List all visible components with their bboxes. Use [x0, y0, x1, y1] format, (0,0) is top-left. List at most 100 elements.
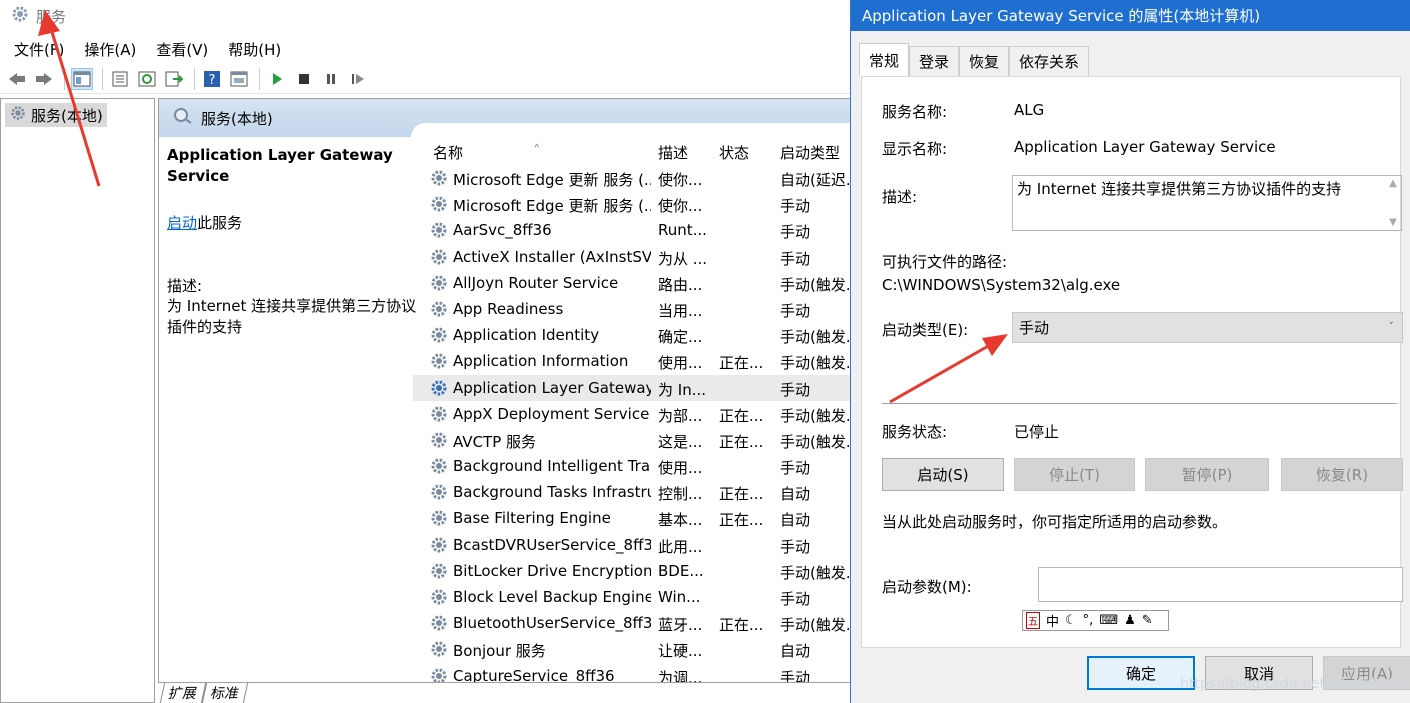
column-header-type[interactable]: 启动类型: [780, 142, 840, 163]
cell-type: 自动: [780, 642, 811, 661]
start-button[interactable]: 启动(S): [882, 458, 1004, 491]
column-header-desc[interactable]: 描述: [658, 142, 688, 163]
wrench-icon[interactable]: ✎: [1142, 613, 1153, 628]
dialog-tabs: 常规 登录 恢复 依存关系: [859, 43, 1090, 76]
menu-action[interactable]: 操作(A): [84, 39, 136, 60]
view-tabs: 扩展 标准: [158, 682, 858, 703]
cell-name: Background Tasks Infrastru...: [453, 483, 651, 502]
table-row[interactable]: BitLocker Drive Encryption ... BDE... 手动(触…: [413, 558, 859, 584]
cell-desc: 使你...: [658, 171, 703, 189]
table-row[interactable]: Microsoft Edge 更新 服务 (... 使你... 自动(延迟...: [413, 165, 859, 191]
pause-icon[interactable]: [320, 68, 342, 90]
table-row[interactable]: Application Information 使用... 正在... 手动(触发..…: [413, 348, 859, 374]
list-header: ˄ 名称 描述 状态 启动类型: [413, 127, 859, 165]
tab-standard[interactable]: 标准: [201, 683, 249, 703]
stop-button[interactable]: 停止(T): [1014, 458, 1135, 491]
column-header-name[interactable]: 名称: [433, 142, 463, 163]
cell-desc: Runt...: [658, 221, 707, 240]
gear-icon: [10, 4, 30, 28]
gear-icon: [429, 194, 449, 218]
table-row[interactable]: Microsoft Edge 更新 服务 (... 使你... 手动: [413, 191, 859, 218]
cell-state: 正在...: [719, 511, 764, 530]
cell-type: 手动(触发...: [780, 406, 860, 425]
description-textbox[interactable]: 为 Internet 连接共享提供第三方协议插件的支持 ▲ ▼: [1012, 175, 1402, 231]
window-title: 服务: [36, 7, 67, 26]
refresh-icon[interactable]: [136, 68, 158, 90]
cell-name: Base Filtering Engine: [453, 509, 611, 528]
gear-icon: [429, 508, 449, 532]
tab-general[interactable]: 常规: [859, 43, 910, 76]
gear-icon: [429, 378, 449, 402]
table-row[interactable]: BcastDVRUserService_8ff36 此用... 手动: [413, 532, 859, 558]
scroll-down-icon[interactable]: ▼: [1389, 217, 1397, 228]
forward-arrow-icon[interactable]: [33, 68, 55, 90]
menu-file[interactable]: 文件(F): [14, 39, 64, 60]
column-header-state[interactable]: 状态: [719, 142, 749, 163]
detail-service-title: Application Layer Gateway Service: [167, 146, 393, 185]
table-row[interactable]: BluetoothUserService_8ff36 蓝牙... 正在... 手动(触…: [413, 610, 859, 636]
help-icon[interactable]: ?: [201, 68, 223, 90]
punctuation-icon[interactable]: °,: [1083, 613, 1094, 628]
sort-arrow-icon: ˄: [533, 142, 541, 160]
start-params-input[interactable]: [1038, 567, 1403, 602]
ime-toolbar[interactable]: 五 中 ☾ °, ⌨ ♟ ✎: [1022, 610, 1169, 631]
gear-icon: [429, 482, 449, 506]
tree-item-label: 服务(本地): [31, 106, 103, 125]
table-row[interactable]: Block Level Backup Engine ... Win... 手动: [413, 584, 859, 610]
pane-header-title: 服务(本地): [201, 109, 273, 128]
tab-extended[interactable]: 扩展: [159, 683, 207, 703]
ime-mode-chinese[interactable]: 中: [1046, 611, 1059, 630]
cell-type: 手动: [780, 380, 811, 399]
search-icon: [173, 107, 201, 129]
service-detail: Application Layer Gateway Service 启动此服务 …: [167, 145, 417, 338]
back-arrow-icon[interactable]: [6, 68, 28, 90]
table-row[interactable]: ActiveX Installer (AxInstSV) 为从 ... 手动: [413, 244, 859, 270]
table-row[interactable]: Base Filtering Engine 基本... 正在... 自动: [413, 505, 859, 532]
cell-name: Bonjour 服务: [453, 642, 546, 661]
properties-icon[interactable]: [109, 68, 131, 90]
play-icon[interactable]: [266, 68, 288, 90]
view-icon[interactable]: [228, 68, 250, 90]
gear-icon: [429, 639, 449, 663]
table-row[interactable]: Background Tasks Infrastru... 控制... 正在... 自…: [413, 479, 859, 506]
startup-type-label: 启动类型(E):: [882, 321, 969, 339]
tab-dependencies[interactable]: 依存关系: [1009, 46, 1090, 76]
ok-button[interactable]: 确定: [1087, 656, 1195, 690]
table-row[interactable]: Application Layer Gateway ... 为 In... 手动: [413, 374, 859, 402]
menu-help[interactable]: 帮助(H): [228, 39, 281, 60]
keyboard-icon[interactable]: ⌨: [1099, 613, 1118, 628]
stop-icon[interactable]: [293, 68, 315, 90]
table-row[interactable]: Application Identity 确定... 手动(触发...: [413, 322, 859, 348]
cell-name: Application Identity: [453, 326, 600, 345]
table-row[interactable]: AarSvc_8ff36 Runt... 手动: [413, 217, 859, 244]
table-row[interactable]: AllJoyn Router Service 路由... 手动(触发...: [413, 270, 859, 296]
export-icon[interactable]: [163, 68, 185, 90]
table-row[interactable]: AppX Deployment Service ... 为部... 正在... 手动(…: [413, 401, 860, 428]
resume-button[interactable]: 恢复(R): [1281, 458, 1403, 491]
menu-view[interactable]: 查看(V): [156, 39, 208, 60]
scroll-up-icon[interactable]: ▲: [1389, 178, 1397, 189]
gear-icon: [429, 220, 449, 244]
cell-desc: 使用...: [658, 354, 703, 373]
properties-dialog: Application Layer Gateway Service 的属性(本地…: [850, 0, 1410, 703]
start-service-link[interactable]: 启动: [167, 214, 197, 232]
table-row[interactable]: Bonjour 服务 让硬... 自动: [413, 636, 859, 663]
description-scrollbar[interactable]: ▲ ▼: [1385, 176, 1401, 230]
restart-icon[interactable]: [347, 68, 369, 90]
tab-logon[interactable]: 登录: [909, 46, 960, 76]
tree-item-services-local[interactable]: 服务(本地): [5, 103, 107, 127]
cell-name: AarSvc_8ff36: [453, 221, 552, 240]
user-icon[interactable]: ♟: [1124, 613, 1136, 628]
table-row[interactable]: Background Intelligent Tra... 使用... 手动: [413, 453, 859, 479]
startup-type-select[interactable]: 手动 ˅: [1012, 312, 1403, 343]
tab-recovery[interactable]: 恢复: [959, 46, 1010, 76]
table-row[interactable]: App Readiness 当用... 手动: [413, 296, 859, 322]
cell-name: AppX Deployment Service ...: [453, 404, 651, 423]
cell-type: 手动: [780, 197, 811, 216]
cell-desc: 使你...: [658, 197, 703, 216]
table-row[interactable]: AVCTP 服务 这是... 正在... 手动(触发...: [413, 427, 859, 453]
gear-icon: [429, 404, 449, 428]
console-tree-icon[interactable]: [71, 67, 93, 90]
pause-button[interactable]: 暂停(P): [1145, 458, 1269, 491]
moon-icon[interactable]: ☾: [1065, 613, 1077, 628]
